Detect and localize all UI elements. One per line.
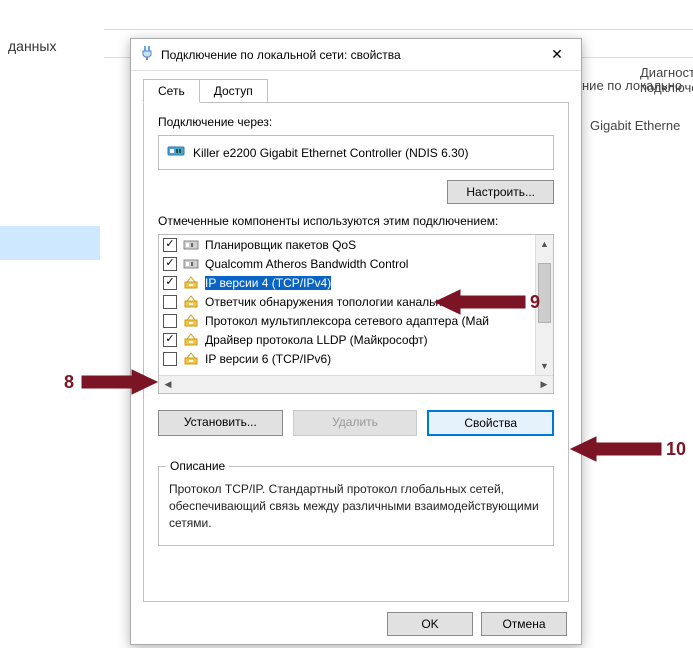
adapter-box[interactable]: Killer e2200 Gigabit Ethernet Controller… bbox=[158, 135, 554, 170]
bg-sidebar-text: данных bbox=[8, 38, 56, 54]
bg-sidebar-selection bbox=[0, 226, 100, 260]
tab-panel-network: Подключение через: Killer e2200 Gigabit … bbox=[143, 102, 569, 602]
connect-via-label: Подключение через: bbox=[158, 115, 554, 129]
scroll-down-icon[interactable]: ▼ bbox=[536, 357, 553, 375]
properties-button[interactable]: Свойства bbox=[427, 410, 554, 436]
components-label: Отмеченные компоненты используются этим … bbox=[158, 214, 554, 228]
component-checkbox[interactable] bbox=[163, 352, 177, 366]
component-label: Ответчик обнаружения топологии канальног… bbox=[205, 295, 488, 309]
tab-network[interactable]: Сеть bbox=[143, 79, 200, 103]
component-checkbox[interactable] bbox=[163, 333, 177, 347]
scroll-up-icon[interactable]: ▲ bbox=[536, 235, 553, 253]
titlebar[interactable]: Подключение по локальной сети: свойства … bbox=[131, 39, 581, 71]
component-item[interactable]: Драйвер протокола LLDP (Майкрософт) bbox=[159, 330, 535, 349]
adapter-name: Killer e2200 Gigabit Ethernet Controller… bbox=[193, 146, 468, 160]
bg-right-text-1: ние по локально bbox=[582, 78, 682, 93]
annotation-number-8: 8 bbox=[64, 372, 74, 392]
horizontal-scrollbar[interactable]: ◀ ▶ bbox=[159, 375, 553, 393]
scroll-thumb[interactable] bbox=[538, 263, 551, 323]
protocol-icon bbox=[183, 333, 199, 347]
component-item[interactable]: Ответчик обнаружения топологии канальног… bbox=[159, 292, 535, 311]
component-checkbox[interactable] bbox=[163, 276, 177, 290]
component-item[interactable]: Протокол мультиплексора сетевого адаптер… bbox=[159, 311, 535, 330]
components-listbox[interactable]: Планировщик пакетов QoS Qualcomm Atheros … bbox=[158, 234, 554, 394]
close-icon: ✕ bbox=[551, 46, 563, 63]
component-checkbox[interactable] bbox=[163, 314, 177, 328]
component-item[interactable]: Планировщик пакетов QoS bbox=[159, 235, 535, 254]
protocol-icon bbox=[183, 352, 199, 366]
component-label: IP версии 6 (TCP/IPv6) bbox=[205, 352, 331, 366]
annotation-arrow-10: 10 bbox=[566, 435, 693, 465]
scroll-right-icon[interactable]: ▶ bbox=[535, 376, 553, 393]
dialog-title: Подключение по локальной сети: свойства bbox=[161, 48, 535, 62]
bg-topbar bbox=[104, 0, 693, 30]
component-label: Qualcomm Atheros Bandwidth Control bbox=[205, 257, 408, 271]
tabs-row: Сеть Доступ bbox=[143, 79, 581, 103]
component-checkbox[interactable] bbox=[163, 257, 177, 271]
network-card-icon bbox=[167, 142, 185, 163]
annotation-number-10: 10 bbox=[666, 439, 686, 459]
cancel-button[interactable]: Отмена bbox=[481, 612, 567, 636]
description-text: Протокол TCP/IP. Стандартный протокол гл… bbox=[158, 466, 554, 546]
scroll-left-icon[interactable]: ◀ bbox=[159, 376, 177, 393]
network-plug-icon bbox=[139, 45, 155, 64]
component-checkbox[interactable] bbox=[163, 295, 177, 309]
dialog-button-row: OK Отмена bbox=[131, 602, 581, 646]
install-button[interactable]: Установить... bbox=[158, 410, 283, 436]
connection-properties-dialog: Подключение по локальной сети: свойства … bbox=[130, 38, 582, 645]
service-icon bbox=[183, 238, 199, 252]
component-label: Планировщик пакетов QoS bbox=[205, 238, 356, 252]
protocol-icon bbox=[183, 276, 199, 290]
component-label: Протокол мультиплексора сетевого адаптер… bbox=[205, 314, 489, 328]
component-item[interactable]: IP версии 6 (TCP/IPv6) bbox=[159, 349, 535, 368]
component-checkbox[interactable] bbox=[163, 238, 177, 252]
close-button[interactable]: ✕ bbox=[535, 40, 579, 70]
component-item[interactable]: IP версии 4 (TCP/IPv4) bbox=[159, 273, 535, 292]
protocol-icon bbox=[183, 314, 199, 328]
protocol-icon bbox=[183, 295, 199, 309]
service-icon bbox=[183, 257, 199, 271]
component-label: Драйвер протокола LLDP (Майкрософт) bbox=[205, 333, 428, 347]
tab-access[interactable]: Доступ bbox=[200, 79, 268, 103]
configure-button[interactable]: Настроить... bbox=[447, 180, 554, 204]
remove-button: Удалить bbox=[293, 410, 418, 436]
description-label: Описание bbox=[166, 459, 229, 473]
component-label: IP версии 4 (TCP/IPv4) bbox=[205, 276, 331, 290]
ok-button[interactable]: OK bbox=[387, 612, 473, 636]
component-item[interactable]: Qualcomm Atheros Bandwidth Control bbox=[159, 254, 535, 273]
bg-right-text-2: Gigabit Etherne bbox=[590, 118, 680, 133]
vertical-scrollbar[interactable]: ▲ ▼ bbox=[535, 235, 553, 375]
